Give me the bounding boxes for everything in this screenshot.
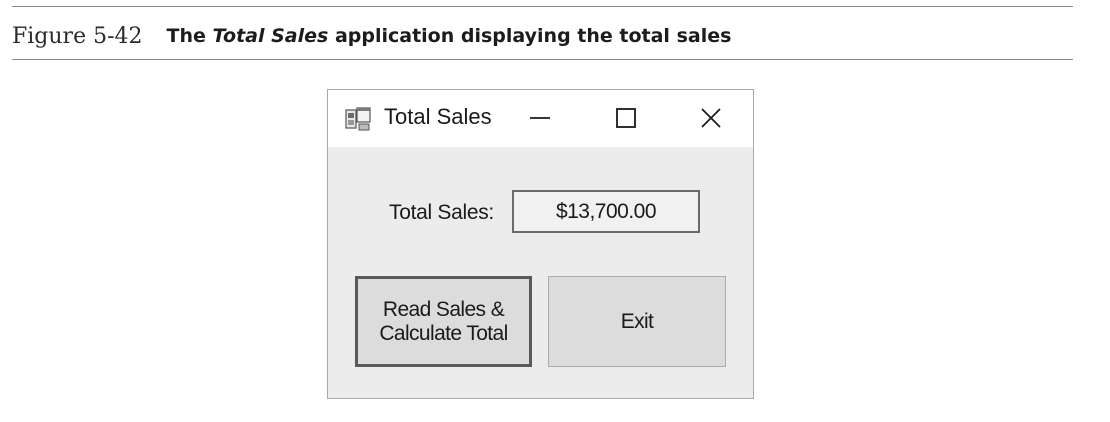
total-sales-output: $13,700.00	[512, 190, 700, 233]
maximize-button[interactable]	[606, 98, 646, 138]
window-titlebar[interactable]: Total Sales	[328, 90, 753, 147]
figure-title-emphasis: Total Sales	[212, 25, 329, 47]
caption-bottom-rule	[12, 59, 1073, 60]
figure-title-prefix: The	[166, 25, 206, 47]
total-sales-value: $13,700.00	[555, 199, 657, 223]
minimize-button[interactable]	[520, 98, 560, 138]
total-sales-window: Total Sales Total Sales: $13,700.00 Read…	[327, 89, 754, 399]
exit-label: Exit	[620, 309, 654, 333]
maximize-icon	[616, 108, 636, 128]
read-sales-calculate-button[interactable]: Read Sales & Calculate Total	[355, 276, 532, 367]
minimize-icon	[530, 117, 550, 119]
figure-caption: Figure 5-42 The Total Sales application …	[12, 20, 731, 52]
caption-top-rule	[12, 6, 1073, 7]
window-title: Total Sales	[384, 104, 492, 129]
app-icon	[345, 107, 371, 131]
read-sales-calculate-label: Read Sales & Calculate Total	[379, 297, 508, 345]
figure-title: The Total Sales application displaying t…	[167, 25, 732, 47]
total-sales-label: Total Sales:	[389, 201, 494, 224]
figure-number: Figure 5-42	[12, 23, 143, 49]
exit-button[interactable]: Exit	[548, 276, 726, 367]
close-icon	[701, 108, 721, 128]
figure-title-suffix: application displaying the total sales	[334, 25, 732, 47]
close-button[interactable]	[691, 98, 731, 138]
